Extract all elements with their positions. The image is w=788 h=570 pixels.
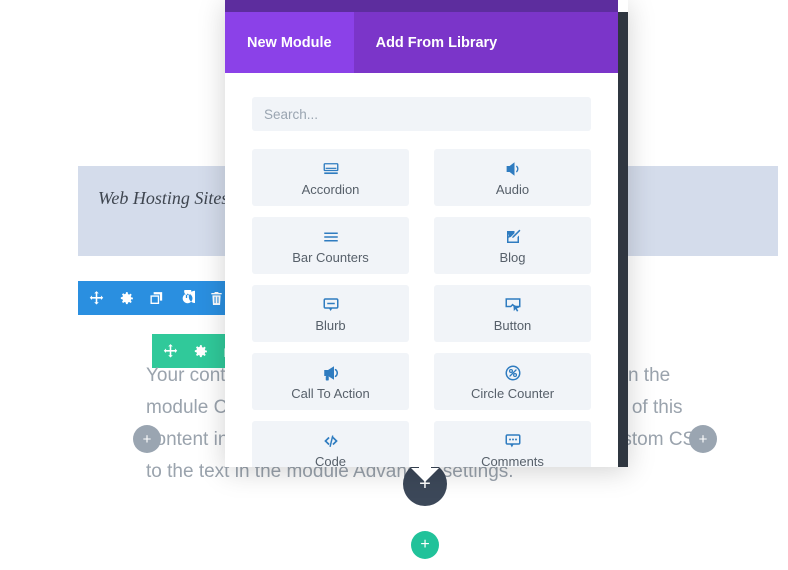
- comments-icon: [505, 433, 520, 447]
- module-card-bar-counters[interactable]: Bar Counters: [252, 217, 409, 274]
- code-icon: [323, 434, 338, 447]
- add-row-right-button[interactable]: +: [689, 425, 717, 453]
- module-card-label: Audio: [495, 181, 530, 197]
- move-icon[interactable]: [162, 343, 179, 360]
- modal-top-strip: [225, 0, 618, 12]
- module-card-blog[interactable]: Blog: [434, 217, 591, 274]
- module-card-label: Button: [493, 317, 532, 333]
- button-icon: [505, 297, 520, 312]
- tab-add-from-library[interactable]: Add From Library: [354, 12, 520, 73]
- search-input[interactable]: [252, 97, 591, 131]
- disable-icon[interactable]: [178, 289, 195, 307]
- blurb-icon: [323, 297, 338, 311]
- module-card-label: Blog: [499, 249, 526, 265]
- module-card-call-to-action[interactable]: Call To Action: [252, 353, 409, 410]
- module-card-label: Blurb: [315, 317, 346, 333]
- module-card-accordion[interactable]: Accordion: [252, 149, 409, 206]
- module-card-label: Accordion: [301, 181, 360, 197]
- module-card-label: Code: [314, 453, 347, 468]
- module-card-label: Circle Counter: [470, 385, 555, 401]
- module-card-label: Call To Action: [291, 385, 370, 401]
- module-card-comments[interactable]: Comments: [434, 421, 591, 467]
- trash-icon[interactable]: [208, 290, 225, 307]
- module-card-button[interactable]: Button: [434, 285, 591, 342]
- gear-icon[interactable]: [192, 343, 209, 360]
- audio-icon: [506, 161, 518, 176]
- duplicate-icon[interactable]: [148, 290, 165, 307]
- move-icon[interactable]: [88, 290, 105, 307]
- module-card-label: Bar Counters: [292, 249, 369, 265]
- tab-new-module[interactable]: New Module: [225, 12, 354, 73]
- modal-scrollbar-thumb[interactable]: [618, 12, 628, 255]
- circle-counter-icon: [505, 365, 520, 380]
- blog-icon: [506, 229, 520, 243]
- insert-module-modal: New Module Add From Library Accordion Aud…: [225, 0, 628, 467]
- modal-body: Accordion Audio Bar Counters Blog Blurb Butto…: [225, 73, 618, 467]
- accordion-icon: [323, 162, 338, 174]
- module-card-code[interactable]: Code: [252, 421, 409, 467]
- modal-tabs: New Module Add From Library: [225, 12, 618, 73]
- builder-screen: Web Hosting Sites may be compensated thr…: [0, 0, 788, 570]
- modal-pointer-arrow: [408, 452, 442, 482]
- gear-icon[interactable]: [118, 290, 135, 307]
- blue-module-toolbar[interactable]: [78, 281, 235, 315]
- module-card-audio[interactable]: Audio: [434, 149, 591, 206]
- module-card-blurb[interactable]: Blurb: [252, 285, 409, 342]
- bar-counters-icon: [323, 232, 338, 241]
- add-row-left-button[interactable]: +: [133, 425, 161, 453]
- module-card-label: Comments: [481, 453, 544, 468]
- module-card-circle-counter[interactable]: Circle Counter: [434, 353, 591, 410]
- add-module-button[interactable]: +: [411, 531, 439, 559]
- call-to-action-icon: [323, 365, 338, 380]
- module-grid: Accordion Audio Bar Counters Blog Blurb Butto…: [252, 149, 591, 467]
